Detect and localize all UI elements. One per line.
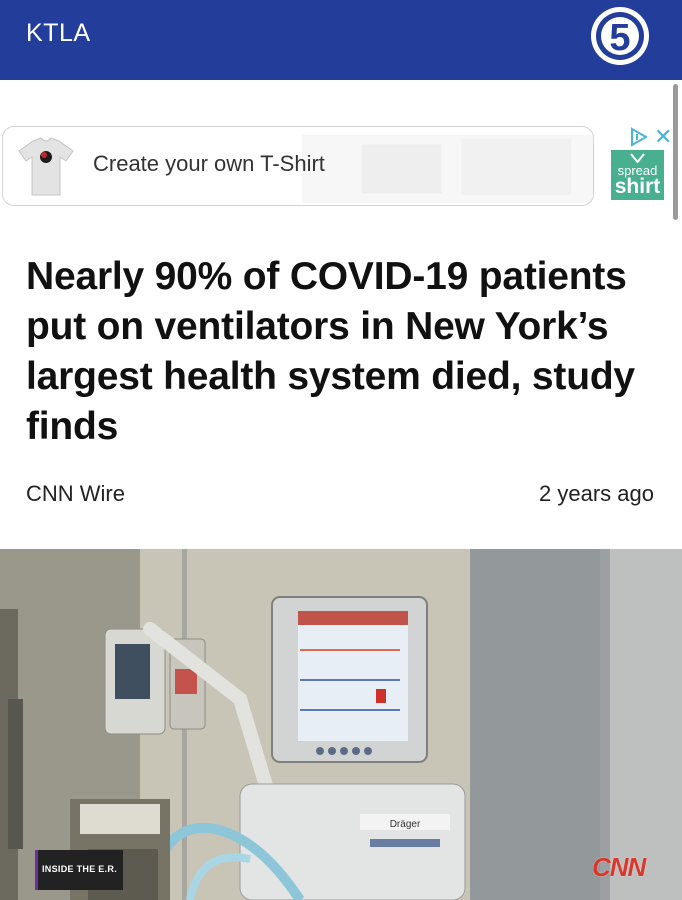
article-source: CNN Wire [26,481,125,506]
ad-banner[interactable]: Create your own T-Shirt [2,126,594,206]
spreadshirt-bottom-text: shirt [614,175,661,198]
ad-text: Create your own T-Shirt [93,151,325,176]
article-age: 2 years ago [539,481,654,506]
inside-the-er-badge: INSIDE THE E.R. [35,850,123,890]
spreadshirt-logo[interactable]: spread shirt [611,150,664,200]
article-headline: Nearly 90% of COVID-19 patients put on v… [26,255,635,448]
tshirt-icon [18,137,74,196]
logo-digit: 5 [609,17,630,59]
download-arrow-icon [630,153,645,163]
scrollbar[interactable] [673,84,678,220]
monitor-brand: Dräger [390,819,421,830]
article-photo[interactable]: Dräger [0,549,682,900]
ventilator-scene-illustration: Dräger [0,549,682,900]
channel-5-logo[interactable]: 5 [588,4,652,68]
app-header: KTLA 5 [0,0,682,80]
close-icon[interactable]: ✕ [654,124,672,150]
site-name[interactable]: KTLA [26,19,91,48]
adchoices-icon[interactable] [628,126,650,148]
cnn-logo: CNN [592,852,646,882]
